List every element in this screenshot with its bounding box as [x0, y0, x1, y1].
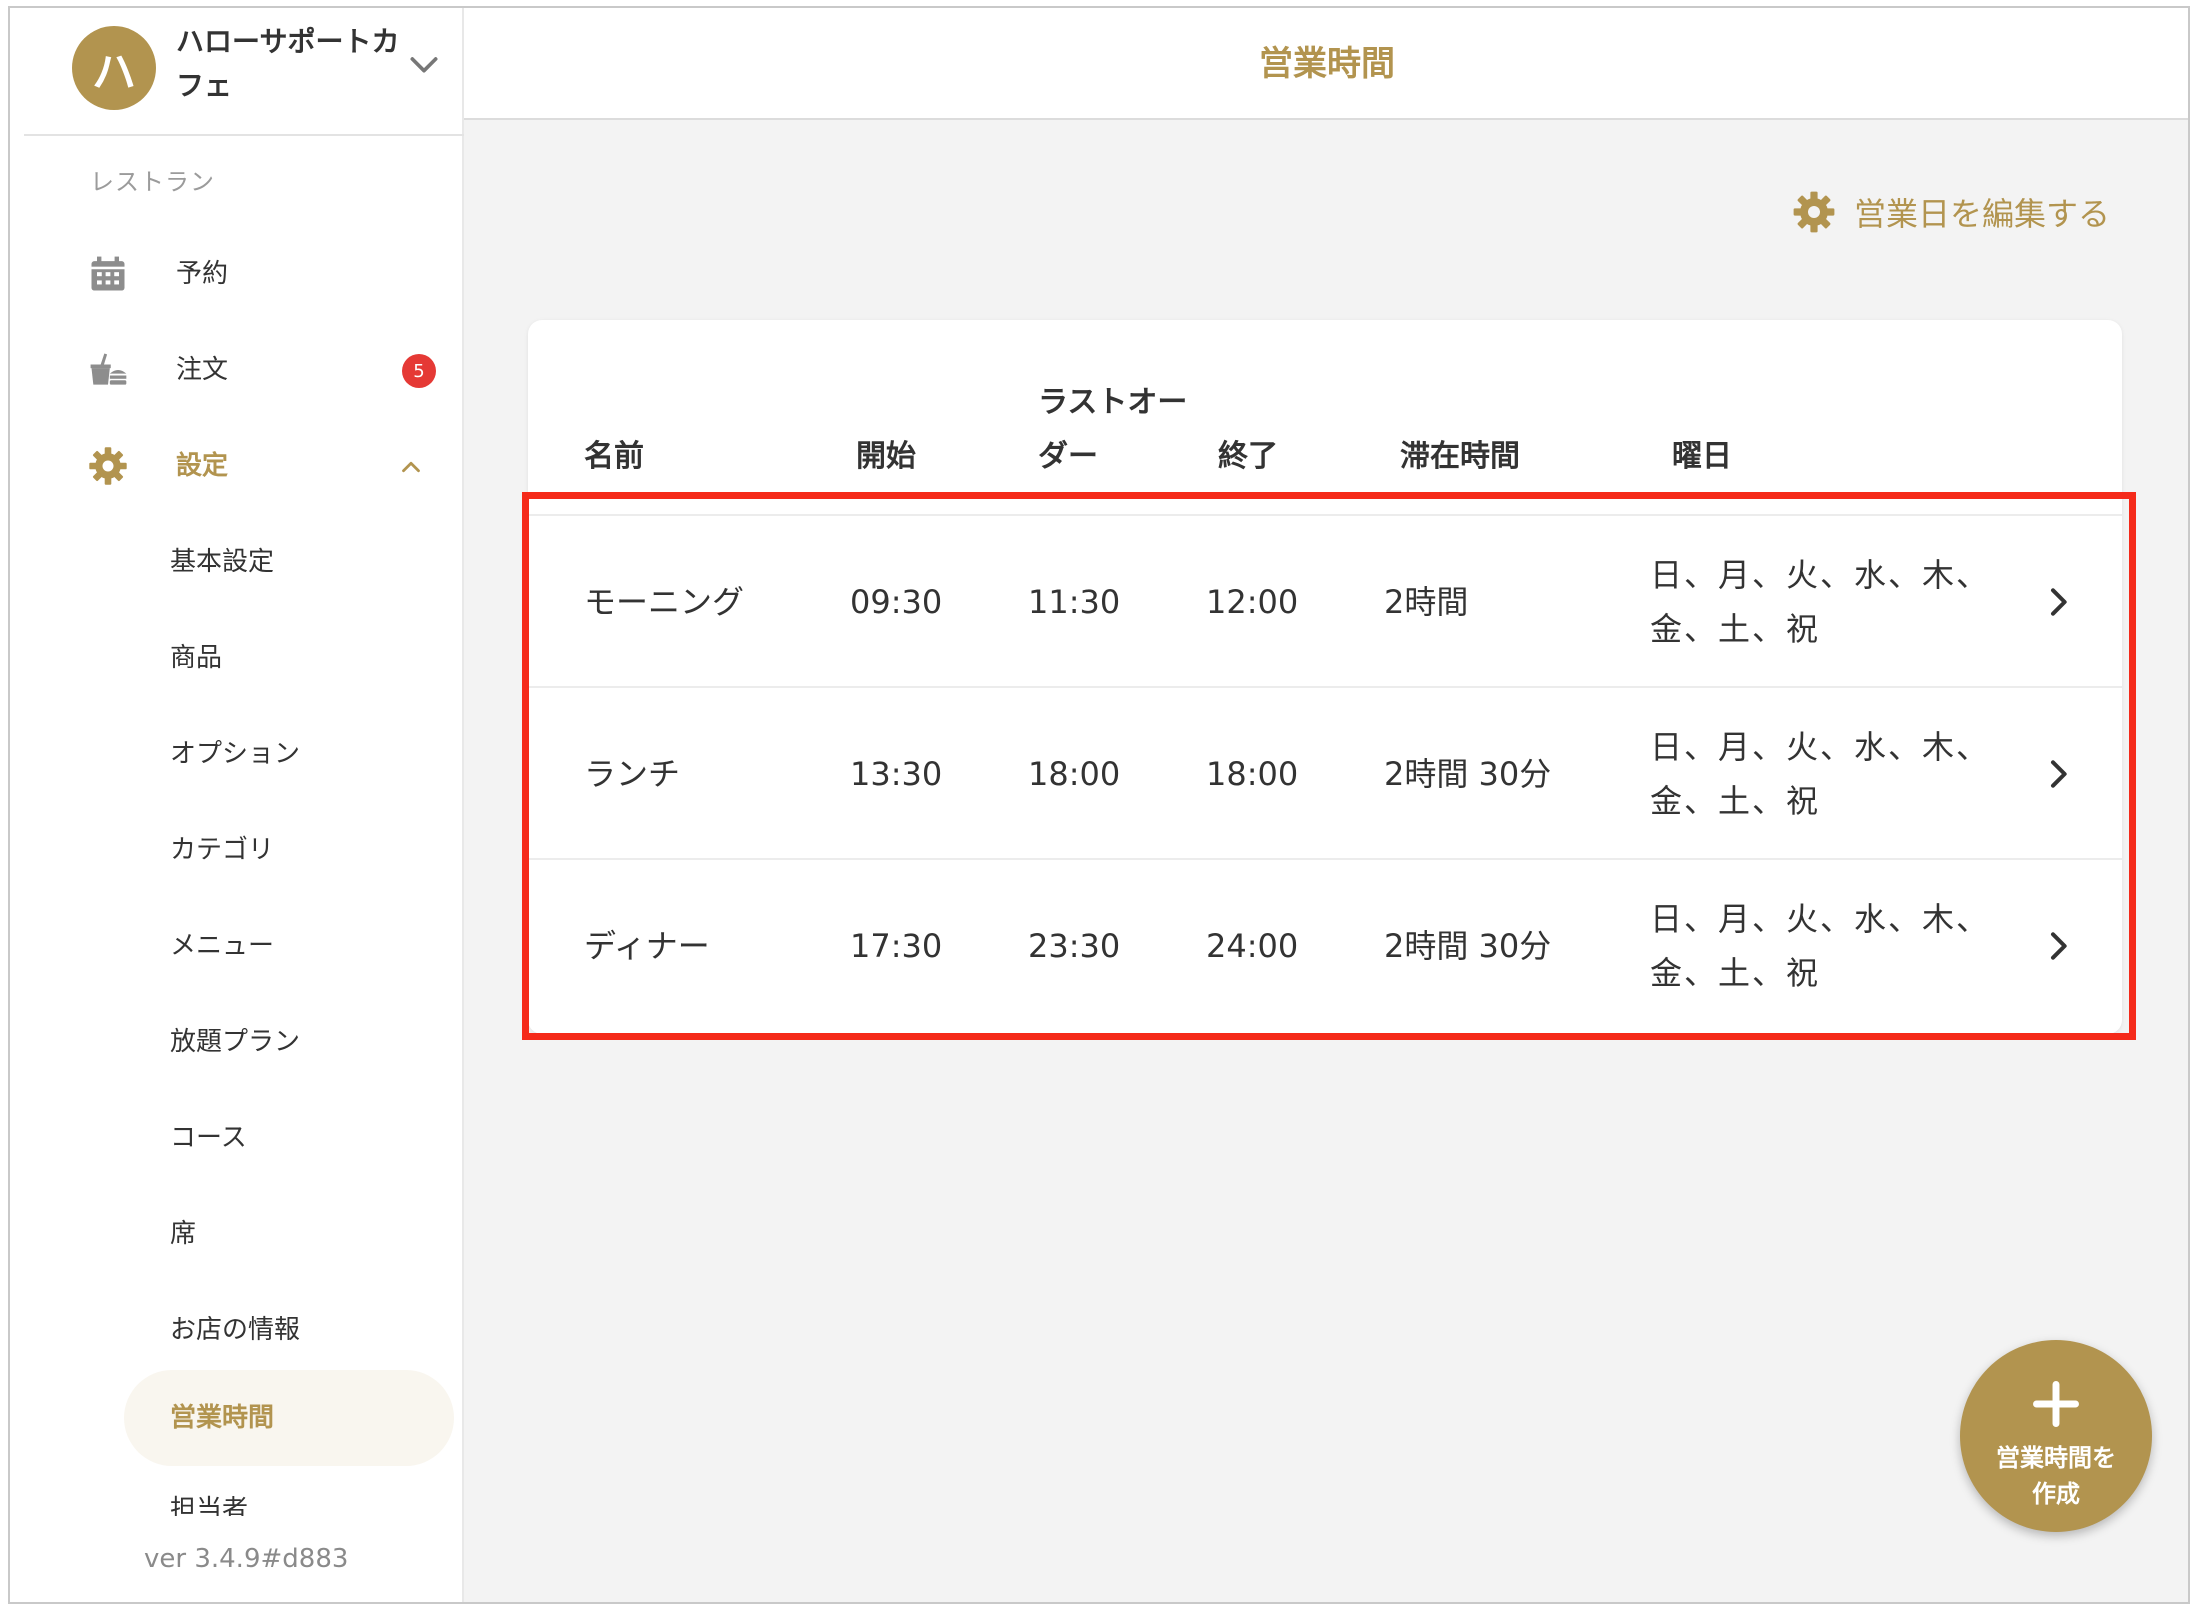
nav-label: 注文	[176, 355, 229, 385]
cell-end: 12:00	[1206, 583, 1299, 621]
section-label: レストラン	[90, 168, 215, 196]
nav-item-settings[interactable]: 設定	[10, 434, 464, 498]
cell-start: 13:30	[850, 755, 943, 793]
plus-icon	[2033, 1381, 2079, 1427]
sidebar: ハ ハローサポートカフェ レストラン 予約 注文 5 設定 基本設定 商品 オプ…	[10, 8, 464, 1602]
cell-end: 24:00	[1206, 927, 1299, 965]
column-header-end: 終了	[1218, 439, 1278, 474]
business-hours-table: 名前 開始 ラストオー ダー 終了 滞在時間 曜日 モーニング 09:30 11…	[528, 320, 2122, 1034]
cell-stay: 2時間	[1384, 583, 1469, 621]
create-business-hours-button[interactable]: 営業時間を 作成	[1960, 1340, 2152, 1532]
cell-days-line-1: 日、月、火、水、木、	[1650, 556, 1991, 594]
account-name: ハローサポートカフェ	[176, 25, 400, 102]
cell-days-line-1: 日、月、火、水、木、	[1650, 900, 1991, 938]
order-count-badge: 5	[402, 354, 436, 388]
food-tray-icon	[90, 353, 127, 385]
cell-last-order: 11:30	[1028, 583, 1121, 621]
chevron-right-icon[interactable]	[2038, 754, 2078, 794]
settings-item-all-you-can-plans[interactable]: 放題プラン	[170, 1010, 300, 1074]
fab-label-line-1: 営業時間を	[1996, 1444, 2116, 1472]
chevron-right-icon[interactable]	[2038, 926, 2078, 966]
settings-item-menu[interactable]: メニュー	[170, 914, 274, 978]
settings-item-staff[interactable]: 担当者	[170, 1480, 248, 1516]
edit-business-days-button[interactable]: 営業日を編集する	[1790, 184, 2110, 240]
settings-item-categories[interactable]: カテゴリ	[170, 818, 274, 882]
cell-start: 09:30	[850, 583, 943, 621]
cell-end: 18:00	[1206, 755, 1299, 793]
settings-item-store-info[interactable]: お店の情報	[170, 1298, 300, 1362]
version-label: ver 3.4.9#d883	[144, 1534, 444, 1584]
gear-icon	[1793, 191, 1835, 233]
table-row[interactable]: ディナー 17:30 23:30 24:00 2時間 30分 日、月、火、水、木…	[528, 858, 2122, 1030]
column-header-days: 曜日	[1672, 439, 1732, 474]
column-header-last-order-2: ダー	[1038, 439, 1098, 474]
cell-stay: 2時間 30分	[1384, 927, 1552, 965]
cell-start: 17:30	[850, 927, 943, 965]
cell-days: 日、月、火、水、木、 金、土、祝	[1650, 720, 1990, 828]
nav-item-reservations[interactable]: 予約	[10, 242, 464, 306]
column-header-start: 開始	[856, 439, 916, 474]
cell-days-line-2: 金、土、祝	[1650, 610, 1821, 648]
settings-item-options[interactable]: オプション	[170, 722, 300, 786]
account-switcher[interactable]: ハ ハローサポートカフェ	[24, 8, 464, 136]
table-row[interactable]: ランチ 13:30 18:00 18:00 2時間 30分 日、月、火、水、木、…	[528, 686, 2122, 858]
settings-item-products[interactable]: 商品	[170, 626, 222, 690]
cell-name: ディナー	[584, 927, 710, 965]
cell-last-order: 23:30	[1028, 927, 1121, 965]
top-bar: 営業時間	[464, 8, 2188, 120]
settings-item-seats[interactable]: 席	[170, 1202, 196, 1266]
cell-name: モーニング	[584, 583, 745, 621]
fab-label-line-2: 作成	[2032, 1480, 2080, 1508]
chevron-right-icon[interactable]	[2038, 582, 2078, 622]
column-header-name: 名前	[584, 439, 644, 474]
cell-days-line-2: 金、土、祝	[1650, 782, 1821, 820]
page-title: 営業時間	[1259, 44, 1395, 84]
column-header-last-order-1: ラストオー	[1038, 385, 1188, 420]
create-business-hours-label: 営業時間を 作成	[1970, 1440, 2142, 1512]
column-header-stay: 滞在時間	[1400, 439, 1520, 474]
nav-item-orders[interactable]: 注文 5	[10, 338, 464, 402]
avatar: ハ	[72, 26, 156, 110]
cell-days: 日、月、火、水、木、 金、土、祝	[1650, 892, 1990, 1000]
chevron-down-icon[interactable]	[404, 44, 444, 84]
cell-name: ランチ	[584, 755, 681, 793]
cell-stay: 2時間 30分	[1384, 755, 1552, 793]
cell-last-order: 18:00	[1028, 755, 1121, 793]
settings-item-staff-label: 担当者	[170, 1495, 249, 1516]
cell-days-line-2: 金、土、祝	[1650, 954, 1821, 992]
settings-item-courses[interactable]: コース	[170, 1106, 247, 1170]
gear-icon	[89, 447, 127, 485]
cell-days-line-1: 日、月、火、水、木、	[1650, 728, 1991, 766]
cell-days: 日、月、火、水、木、 金、土、祝	[1650, 548, 1990, 656]
nav-label: 予約	[176, 259, 229, 289]
nav-label: 設定	[176, 451, 229, 481]
calendar-icon	[91, 256, 125, 291]
chevron-up-icon[interactable]	[396, 452, 426, 482]
settings-item-basic[interactable]: 基本設定	[170, 530, 274, 594]
table-row[interactable]: モーニング 09:30 11:30 12:00 2時間 日、月、火、水、木、 金…	[528, 514, 2122, 686]
settings-item-business-hours[interactable]: 営業時間	[170, 1386, 274, 1450]
app-window: ハ ハローサポートカフェ レストラン 予約 注文 5 設定 基本設定 商品 オプ…	[8, 6, 2190, 1604]
edit-business-days-label: 営業日を編集する	[1854, 195, 2111, 233]
